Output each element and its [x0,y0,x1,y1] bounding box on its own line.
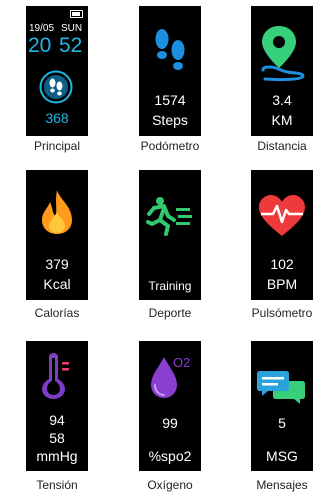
caption-deporte: Deporte [148,306,192,320]
screen-tension[interactable]: 94 58 mmHg [26,341,88,471]
distance-unit: KM [271,112,293,128]
footprints-icon [39,70,73,104]
caption-pulsometro: Pulsómetro [251,306,313,320]
screen-principal[interactable]: 19/05 SUN 20 52 368 [26,6,88,136]
map-pin-icon [261,26,305,82]
spo2-value: 99 [162,415,178,431]
heart-rate-unit: BPM [266,276,298,292]
distance-value: 3.4 [272,92,292,108]
thermometer-icon [42,353,69,399]
screen-mensajes[interactable]: 5 MSG [251,341,313,471]
screen-pulsometro[interactable]: 102 BPM [251,170,313,300]
clock-hour: 20 [28,34,52,57]
sport-mode-text: Training [148,279,192,293]
steps-unit: Steps [152,112,188,128]
calories-value: 379 [45,256,69,272]
battery-icon [70,10,83,18]
screen-distancia[interactable]: 3.4 KM [251,6,313,136]
heart-rate-value: 102 [270,256,294,272]
o2-badge: O2 [173,355,191,370]
message-count: 5 [278,415,286,431]
caption-podometro: Podómetro [140,139,200,153]
flame-icon [42,190,72,234]
caption-tension: Tensión [36,478,78,492]
footprints-icon [155,29,185,70]
pressure-unit: mmHg [36,448,78,464]
systolic-value: 94 [49,412,65,428]
screen-podometro[interactable]: 1574 Steps [139,6,201,136]
caption-principal: Principal [33,139,81,153]
caption-distancia: Distancia [257,139,307,153]
caption-mensajes: Mensajes [256,478,308,492]
steps-count: 368 [45,110,69,126]
message-unit: MSG [266,448,298,464]
spo2-unit: %spo2 [148,448,192,464]
caption-oxigeno: Oxígeno [147,478,193,492]
chat-bubbles-icon [257,371,305,404]
screen-oxigeno[interactable]: O2 99 %spo2 [139,341,201,471]
steps-value: 1574 [154,92,186,108]
heart-pulse-icon [259,195,305,236]
diastolic-value: 58 [49,430,65,446]
screen-deporte[interactable]: Training [139,170,201,300]
date-text: 19/05 [29,23,55,34]
calories-unit: Kcal [43,276,71,292]
caption-calorias: Calorías [34,306,80,320]
clock-minute: 52 [59,34,83,57]
screen-calorias[interactable]: 379 Kcal [26,170,88,300]
running-person-icon [146,197,192,236]
weekday-text: SUN [61,23,83,34]
